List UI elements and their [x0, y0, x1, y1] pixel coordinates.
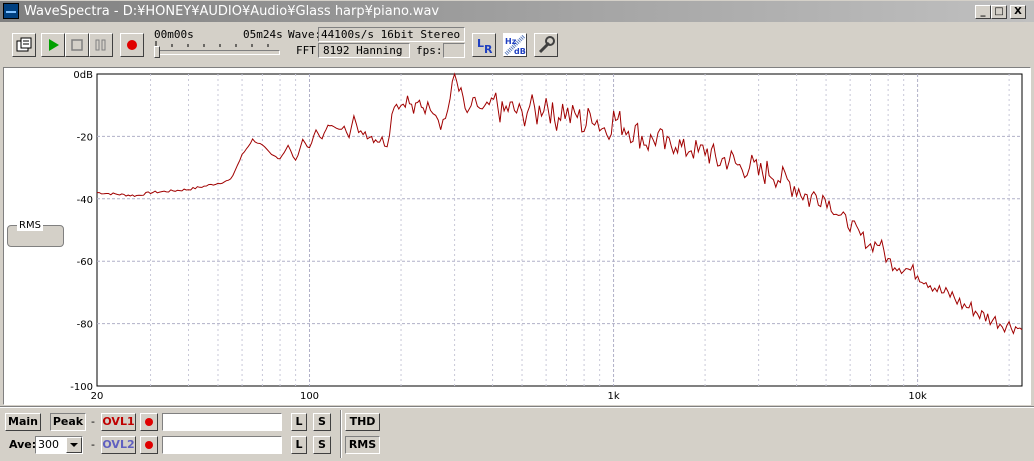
svg-text:L: L: [477, 37, 484, 50]
ovl1-record-button[interactable]: [140, 413, 158, 431]
y-tick-label: -40: [77, 195, 93, 206]
window-title: WaveSpectra - D:¥HONEY¥AUDIO¥Audio¥Glass…: [24, 4, 440, 19]
svg-text:R: R: [484, 43, 493, 56]
fps-label: fps:: [416, 44, 443, 57]
ovl2-s-button[interactable]: S: [313, 436, 331, 454]
ovl1-record-icon: [145, 418, 153, 426]
y-tick-label: -20: [77, 132, 93, 143]
spectrum-chart: 0dB -20 -40 -60 -80 -10020 100 1k 10k: [70, 70, 1023, 402]
x-tick-label: 100: [300, 391, 319, 402]
svg-text:dB: dB: [514, 47, 526, 56]
maximize-button[interactable]: □: [991, 5, 1007, 19]
ovl2-l-button[interactable]: L: [291, 436, 307, 454]
play-icon: [49, 39, 59, 51]
ovl2-record-icon: [145, 441, 153, 449]
x-tick-label: 1k: [607, 391, 619, 402]
ave-value: 300: [38, 438, 59, 451]
y-tick-label: -60: [77, 257, 93, 268]
pause-icon: [95, 39, 106, 51]
ovl2-label: OVL2: [102, 438, 135, 451]
open-file-icon: [16, 37, 32, 52]
position-ticks: [155, 41, 269, 47]
time-end: 05m24s: [243, 28, 283, 41]
dash-2: -: [91, 438, 95, 451]
ovl1-s-button[interactable]: S: [313, 413, 331, 431]
wave-label: Wave:: [288, 28, 322, 41]
thd-button[interactable]: THD: [345, 413, 380, 431]
y-tick-label: 0dB: [73, 70, 93, 81]
title-bar[interactable]: WaveSpectra - D:¥HONEY¥AUDIO¥Audio¥Glass…: [0, 0, 1034, 24]
pause-button[interactable]: [89, 33, 113, 57]
y-tick-label: -80: [77, 320, 93, 331]
record-icon: [127, 40, 137, 50]
x-tick-label: 20: [91, 391, 104, 402]
wavespectra-app-icon[interactable]: [3, 3, 19, 19]
plot-area: [96, 73, 1023, 387]
ovl2-field[interactable]: [162, 436, 282, 454]
close-button[interactable]: X: [1010, 5, 1026, 19]
ave-select[interactable]: 300: [35, 436, 83, 454]
play-button[interactable]: [41, 33, 65, 57]
hz-db-button[interactable]: Hz dB: [503, 33, 527, 57]
svg-text:Hz: Hz: [505, 37, 517, 46]
lr-channel-button[interactable]: L R: [472, 33, 496, 57]
position-slider-track[interactable]: [154, 50, 280, 55]
ovl1-field[interactable]: [162, 413, 282, 431]
settings-wrench-icon: [538, 36, 555, 54]
ovl1-l-button[interactable]: L: [291, 413, 307, 431]
time-start: 00m00s: [154, 28, 194, 41]
stop-button[interactable]: [65, 33, 89, 57]
settings-button[interactable]: [534, 33, 558, 57]
separator: [340, 410, 342, 458]
ovl2-record-button[interactable]: [140, 436, 158, 454]
wave-format-field: 44100s/s 16bit Stereo: [318, 27, 465, 42]
y-tick-label: -100: [70, 382, 93, 393]
chevron-down-icon: [70, 443, 78, 447]
record-button[interactable]: [120, 33, 144, 57]
x-tick-label: 10k: [908, 391, 927, 402]
divider: [0, 406, 1034, 408]
fps-field: [443, 43, 465, 58]
ovl2-button[interactable]: OVL2: [101, 436, 136, 454]
lr-channel-icon: L R: [477, 37, 493, 56]
peak-button[interactable]: Peak: [50, 413, 86, 431]
ave-label: Ave:: [9, 438, 37, 451]
main-button[interactable]: Main: [5, 413, 41, 431]
ave-dropdown-button[interactable]: [66, 437, 82, 453]
spectrum-panel: RMS 0dB -20 -40 -60 -80 -100 20 100 1k 10k: [3, 67, 1031, 405]
open-file-button[interactable]: [12, 33, 36, 57]
stop-icon: [71, 39, 83, 51]
fft-setting-field: 8192 Hanning: [318, 43, 410, 58]
ovl1-label: OVL1: [102, 415, 135, 428]
position-slider-thumb[interactable]: [154, 46, 160, 58]
ovl1-button[interactable]: OVL1: [101, 413, 136, 431]
hz-db-icon: Hz dB: [504, 34, 526, 56]
dash-1: -: [91, 415, 95, 428]
rms-button[interactable]: RMS: [345, 436, 380, 454]
minimize-button[interactable]: _: [975, 5, 991, 19]
